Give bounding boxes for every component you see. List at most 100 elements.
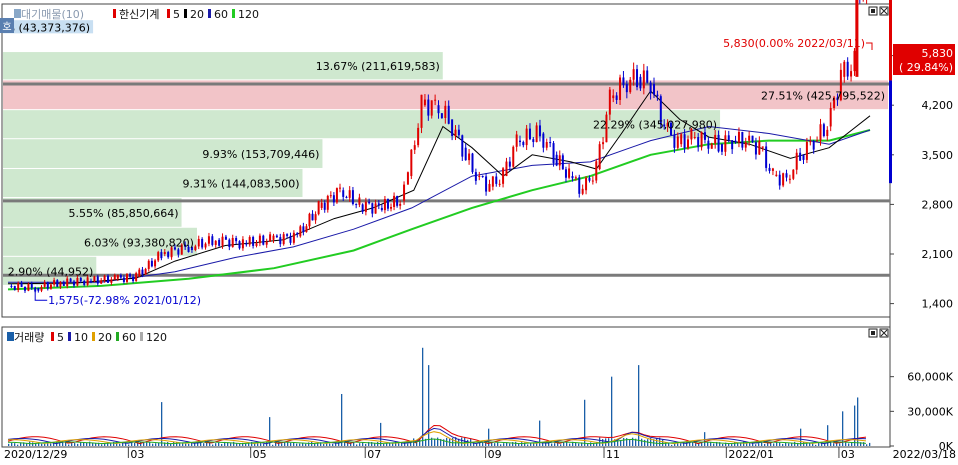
volume-legend-marker — [7, 332, 14, 341]
candle-body — [454, 129, 457, 137]
volume-bar — [551, 443, 553, 446]
volume-profile-label: 9.31% (144,083,500) — [182, 177, 299, 190]
candle-body — [299, 226, 302, 237]
candle-body — [673, 134, 676, 148]
date-tick-label: 11 — [606, 448, 620, 461]
volume-bar — [359, 443, 361, 446]
candle-body — [348, 190, 351, 198]
candle-body — [403, 184, 406, 201]
volume-bar — [152, 443, 154, 446]
volume-bar — [590, 442, 592, 446]
candle-body — [132, 276, 135, 282]
candle-body — [485, 176, 488, 192]
date-tick-label: 05 — [253, 448, 267, 461]
price-legend-marker — [14, 9, 21, 18]
candle-body — [619, 77, 622, 100]
candle-body — [197, 238, 200, 247]
candle-body — [555, 154, 558, 166]
candle-body — [211, 236, 214, 245]
candle-body — [335, 188, 338, 203]
candle-body — [558, 155, 561, 166]
volume-bar — [428, 365, 430, 446]
candle-body — [73, 281, 76, 286]
high-price-annotation: 5,830(0.00% 2022/03/11) — [723, 37, 865, 50]
candle-body — [396, 195, 399, 206]
volume-bar — [353, 442, 355, 446]
volume-legend-marker — [116, 332, 119, 341]
volume-bar — [407, 443, 409, 446]
candle-body — [737, 131, 740, 143]
candle-body — [680, 134, 683, 145]
price-legend-marker — [208, 9, 211, 18]
candle-body — [338, 187, 341, 189]
price-pane-close-icon[interactable] — [879, 6, 889, 16]
volume-bar — [509, 443, 511, 446]
volume-bar — [365, 443, 367, 446]
candle-body — [116, 275, 119, 279]
candle-body — [374, 203, 377, 214]
price-legend-marker — [232, 9, 235, 18]
volume-bar — [587, 443, 589, 446]
volume-bar — [332, 443, 334, 446]
candle-body — [103, 275, 106, 281]
price-legend-marker — [167, 9, 170, 18]
candle-body — [512, 146, 515, 167]
volume-bar — [233, 441, 235, 446]
candle-body — [474, 172, 477, 181]
candle-body — [843, 61, 846, 77]
candle-body — [93, 276, 96, 282]
candle-body — [765, 146, 768, 168]
candle-body — [364, 201, 367, 212]
price-pane-maximize-icon[interactable] — [868, 6, 878, 16]
candle-body — [636, 69, 639, 88]
candle-body — [377, 203, 380, 206]
candle-body — [386, 199, 389, 209]
volume-bar — [557, 443, 559, 446]
candle-body — [272, 235, 275, 240]
candle-body — [561, 155, 564, 170]
candle-body — [853, 50, 856, 72]
candle-body — [686, 139, 689, 149]
date-tick-label: 2022/01 — [728, 448, 774, 461]
volume-bars — [7, 347, 871, 446]
volume-bar — [287, 442, 289, 446]
candle-body — [447, 105, 450, 124]
candle-body — [204, 243, 207, 248]
volume-pane-close-icon[interactable] — [879, 328, 889, 338]
price-tick-label: 2,800 — [922, 198, 954, 211]
volume-bar — [161, 402, 163, 446]
candle-body — [775, 174, 778, 177]
candle-body — [255, 243, 258, 246]
candle-body — [629, 79, 632, 93]
candle-body — [138, 269, 141, 277]
candle-body — [535, 125, 538, 143]
candle-body — [758, 141, 761, 155]
volume-bar — [362, 442, 364, 446]
volume-bar — [77, 443, 79, 446]
candle-body — [782, 173, 785, 186]
candle-body — [809, 141, 812, 143]
volume-bar — [713, 443, 715, 446]
volume-pane-maximize-icon[interactable] — [868, 328, 878, 338]
volume-bar — [422, 347, 424, 446]
candle-body — [62, 282, 65, 286]
candle-body — [552, 143, 555, 164]
volume-bar — [704, 432, 706, 446]
volume-bar — [500, 444, 502, 446]
candle-body — [311, 213, 314, 221]
volume-bar — [380, 422, 382, 446]
candle-body — [265, 241, 268, 245]
volume-bar — [305, 443, 307, 446]
candle-body — [160, 252, 163, 259]
candle-body — [320, 202, 323, 208]
candle-body — [279, 237, 282, 245]
volume-legend-label: 60 — [122, 331, 136, 344]
candle-body — [491, 176, 494, 187]
volume-bar — [815, 444, 817, 446]
volume-bar — [11, 442, 13, 446]
price-tick-label: 4,200 — [922, 99, 954, 112]
volume-bar — [521, 442, 523, 446]
volume-bar — [497, 442, 499, 446]
candle-body — [710, 143, 713, 149]
candle-body — [464, 147, 467, 161]
